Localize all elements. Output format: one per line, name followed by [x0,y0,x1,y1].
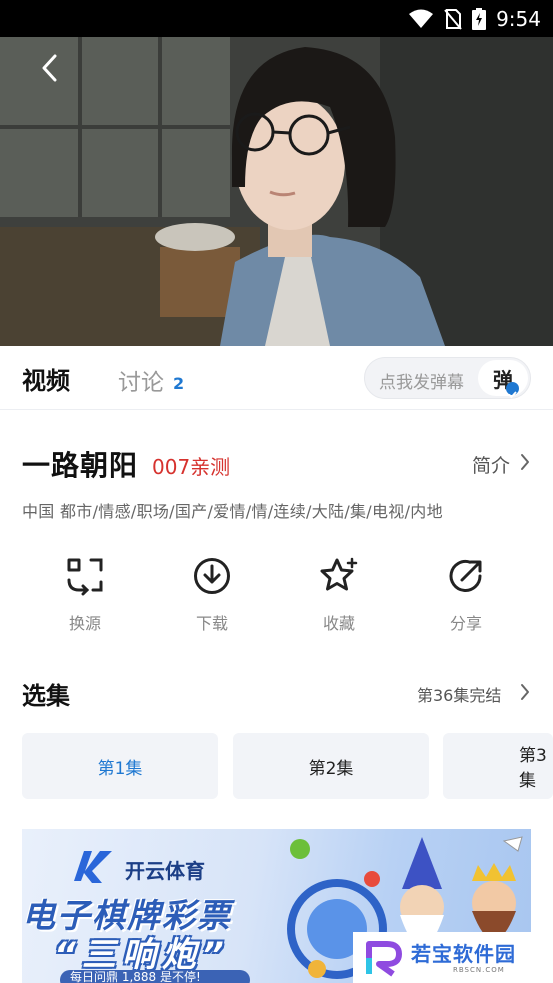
episodes-status-link[interactable]: 第36集完结 [417,682,501,706]
brand-logo-icon [74,851,112,883]
title-tag: 007亲测 [152,455,231,479]
download-label: 下载 [195,614,228,633]
intro-link[interactable]: 简介 [472,451,510,478]
download-button[interactable]: 下载 [167,556,257,634]
status-bar: 9:54 [0,0,553,37]
switch-source-label: 换源 [68,614,101,633]
chevron-left-icon [42,54,57,82]
tabs-row: 视频 讨论 2 点我发弹幕 弹 [0,346,553,410]
share-icon [449,560,482,592]
show-title: 一路朝阳 [22,449,139,482]
banner-subheadline: “三响炮” [54,935,230,975]
episodes-title: 选集 [22,682,70,710]
tab-video[interactable]: 视频 [22,361,70,396]
danmaku-bar: 点我发弹幕 弹 [364,357,531,399]
episode-button-3[interactable]: 第3集 [443,733,553,799]
genre-tags: 中国 都市/情感/职场/国产/爱情/情/连续/大陆/集/电视/内地 [22,502,443,521]
episode-button-1[interactable]: 第1集 [22,733,218,799]
no-sim-icon [444,9,462,30]
video-player[interactable] [0,37,553,346]
episode-button-2[interactable]: 第2集 [233,733,429,799]
watermark-logo-icon [366,941,402,977]
share-button[interactable]: 分享 [421,556,511,634]
battery-charging-icon [472,8,487,30]
share-label: 分享 [449,614,482,633]
switch-source-icon [67,558,103,596]
danmaku-input[interactable]: 点我发弹幕 [379,368,464,393]
discussion-count-badge: 2 [173,374,185,393]
video-frame [0,37,553,346]
back-button[interactable] [34,51,64,85]
chevron-right-icon[interactable] [520,453,530,471]
banner-footer: 每日问鼎 1,888 是不停! [60,970,250,983]
brand-name: 开云体育 [125,859,205,883]
watermark-text: 若宝软件园 [411,942,516,966]
check-icon [506,381,519,398]
favorite-label: 收藏 [322,614,355,633]
switch-source-button[interactable]: 换源 [40,556,130,634]
favorite-button[interactable]: 收藏 [294,556,384,634]
chevron-right-icon[interactable] [520,683,530,701]
star-icon [320,557,358,591]
tab-discussion[interactable]: 讨论 [118,363,164,397]
danmaku-toggle-label: 弹 [493,364,519,398]
download-icon [194,558,230,594]
watermark-subtext: RBSCN.COM [453,966,505,974]
clock: 9:54 [496,7,541,31]
watermark: 若宝软件园 RBSCN.COM [353,932,531,983]
wifi-icon [409,9,434,28]
danmaku-toggle-button[interactable]: 弹 [478,360,528,398]
